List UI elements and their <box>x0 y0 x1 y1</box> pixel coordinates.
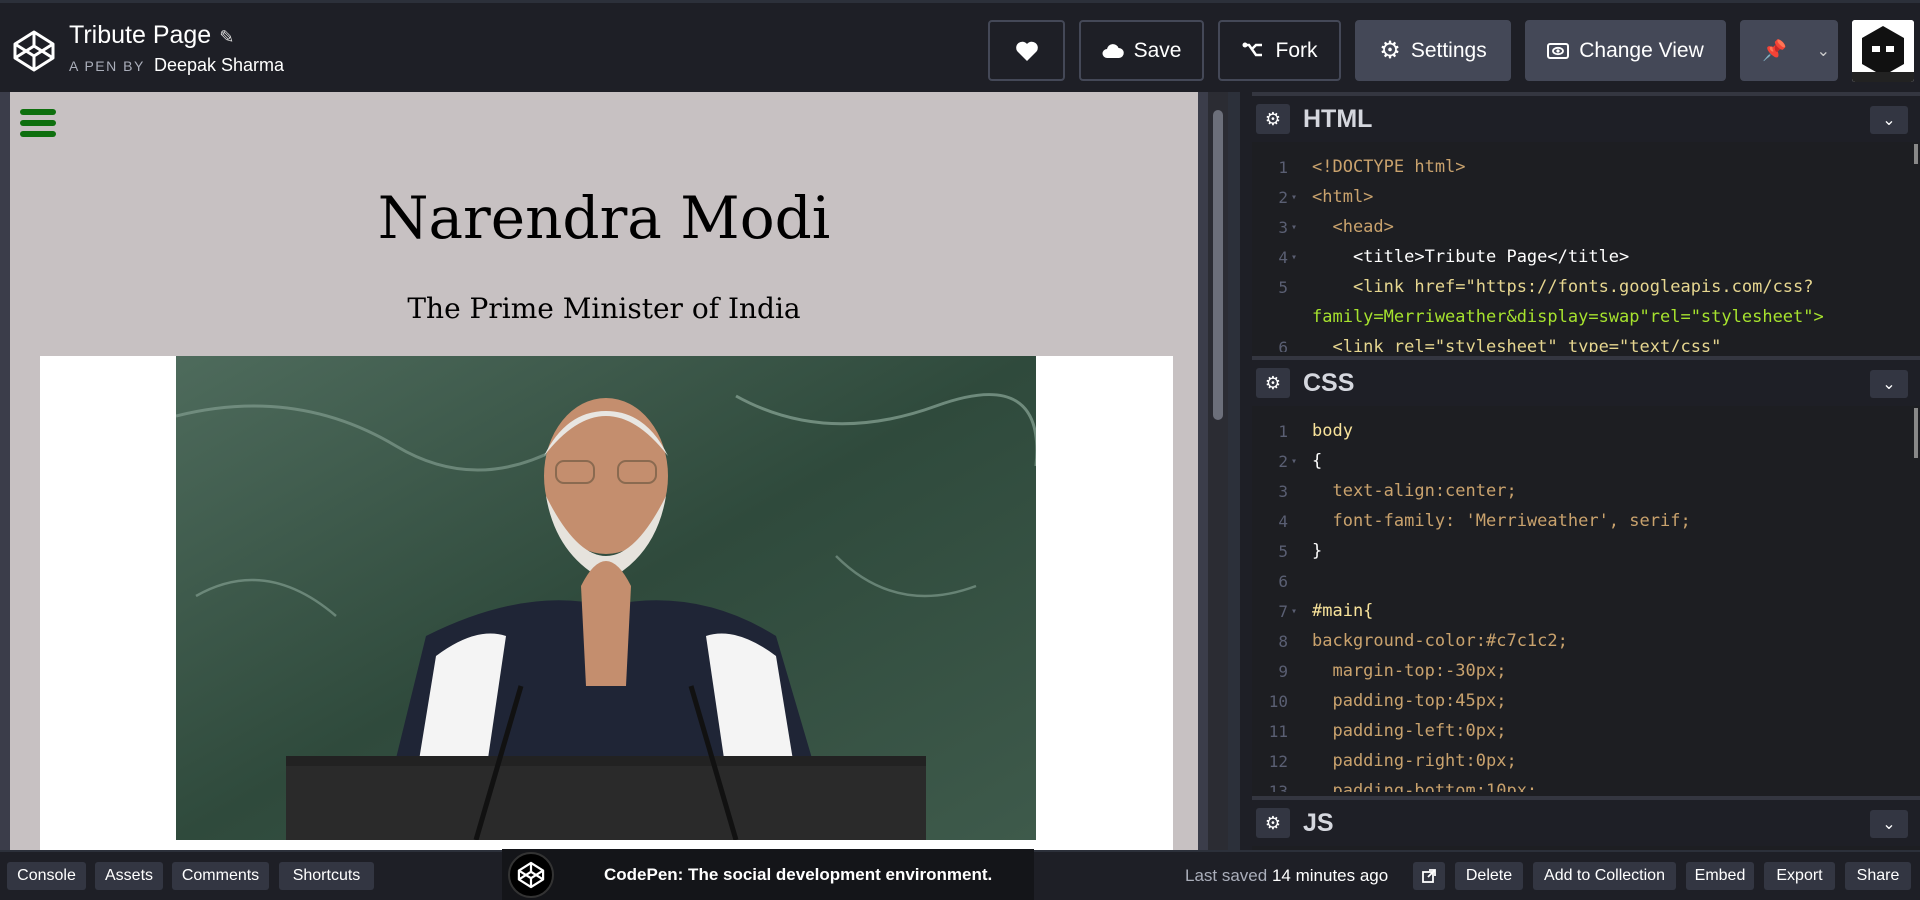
heart-icon <box>1015 41 1038 61</box>
last-saved-label: Last saved <box>1185 866 1268 885</box>
code-line: 4 ▾ <title>Tribute Page</title> <box>1278 247 1630 267</box>
editors-panel: ⚙ HTML ⌄ 1 <!DOCTYPE html> 2 ▾ <html> 3 ▾ <h… <box>1228 92 1920 850</box>
pen-title-text[interactable]: Tribute Page <box>69 21 211 49</box>
html-editor-header: ⚙ HTML ⌄ <box>1252 92 1920 142</box>
code-line: 2 ▾{ <box>1278 451 1323 471</box>
embed-button[interactable]: Embed <box>1686 862 1754 890</box>
code-line: 6 <link rel="stylesheet" type="text/css" <box>1278 337 1722 352</box>
fork-button[interactable]: Fork <box>1218 20 1341 81</box>
preview-frame: Narendra Modi The Prime Minister of Indi… <box>10 92 1198 850</box>
code-line: 3 ▾ <head> <box>1278 217 1394 237</box>
gear-icon: ⚙ <box>1379 37 1401 64</box>
codepen-toast-logo-icon <box>508 851 554 898</box>
preview-scrollbar[interactable] <box>1208 92 1228 850</box>
code-line: 11 padding-left:0px; <box>1268 721 1507 741</box>
delete-button[interactable]: Delete <box>1455 862 1523 890</box>
toast-text: CodePen: The social development environm… <box>604 864 993 884</box>
js-editor: ⚙ JS ⌄ <box>1252 796 1920 850</box>
comments-button[interactable]: Comments <box>172 862 269 890</box>
code-line: 1 <!DOCTYPE html> <box>1278 157 1466 177</box>
change-view-label: Change View <box>1579 38 1704 62</box>
html-collapse-chevron-icon[interactable]: ⌄ <box>1870 106 1908 134</box>
image-container <box>40 356 1173 850</box>
css-settings-gear-icon[interactable]: ⚙ <box>1256 368 1290 398</box>
css-code-area[interactable]: 1 body 2 ▾{ 3 text-align:center; 4 font-fa… <box>1252 406 1920 792</box>
codepen-logo-icon[interactable] <box>12 29 56 73</box>
chevron-down-icon[interactable]: ⌄ <box>1817 41 1830 61</box>
page-title: Narendra Modi <box>377 184 831 252</box>
pen-title[interactable]: Tribute Page ✎ <box>69 21 234 50</box>
code-line: 2 ▾ <html> <box>1278 187 1374 207</box>
avatar-image <box>1852 20 1914 82</box>
code-line: 9 margin-top:-30px; <box>1278 661 1507 681</box>
html-editor-title: HTML <box>1303 104 1373 133</box>
pin-button[interactable]: 📌 ⌄ <box>1740 20 1838 81</box>
shortcuts-button[interactable]: Shortcuts <box>279 862 374 890</box>
hamburger-menu-icon[interactable] <box>20 109 56 141</box>
pen-by-label: A PEN BY <box>69 58 145 74</box>
code-line: 7 ▾ #main{ <box>1278 601 1374 621</box>
css-editor: ⚙ CSS ⌄ 1 body 2 ▾{ 3 text-align:center; 4… <box>1252 356 1920 796</box>
html-settings-gear-icon[interactable]: ⚙ <box>1256 104 1290 134</box>
save-button[interactable]: Save <box>1079 20 1204 81</box>
console-button[interactable]: Console <box>7 862 86 890</box>
love-button[interactable] <box>988 20 1065 81</box>
export-button[interactable]: Export <box>1764 862 1835 890</box>
promo-toast[interactable]: CodePen: The social development environm… <box>502 849 1034 900</box>
code-line: 5 <link href="https://fonts.googleapis.c… <box>1278 277 1814 297</box>
share-button[interactable]: Share <box>1845 862 1911 890</box>
cloud-icon <box>1102 43 1124 58</box>
open-external-icon[interactable] <box>1413 862 1445 890</box>
fork-icon <box>1242 42 1262 56</box>
pin-icon: 📌 <box>1762 40 1787 62</box>
js-editor-header: ⚙ JS ⌄ <box>1252 796 1920 846</box>
portrait-photo <box>176 356 1036 840</box>
last-saved-value: 14 minutes ago <box>1271 866 1389 885</box>
js-editor-title: JS <box>1303 808 1334 837</box>
html-code-scrollbar[interactable] <box>1914 144 1918 164</box>
author-link[interactable]: Deepak Sharma <box>154 55 284 75</box>
top-bar: Tribute Page ✎ A PEN BY Deepak Sharma Sav… <box>0 0 1920 92</box>
code-line: 10 padding-top:45px; <box>1268 691 1507 711</box>
html-editor: ⚙ HTML ⌄ 1 <!DOCTYPE html> 2 ▾ <html> 3 ▾ <h… <box>1252 92 1920 356</box>
page-subtitle: The Prime Minister of India <box>407 292 801 325</box>
preview-pane: Narendra Modi The Prime Minister of Indi… <box>0 92 1228 850</box>
settings-button[interactable]: ⚙ Settings <box>1355 20 1511 81</box>
assets-button[interactable]: Assets <box>95 862 163 890</box>
code-line: 12 padding-right:0px; <box>1268 751 1517 771</box>
css-editor-title: CSS <box>1303 368 1355 397</box>
preview-scroll-thumb[interactable] <box>1213 110 1223 420</box>
fork-label: Fork <box>1275 38 1318 62</box>
code-line: 3 text-align:center; <box>1278 481 1517 501</box>
code-line: family=Merriweather&display=swap"rel="st… <box>1312 307 1824 327</box>
css-code-scrollbar[interactable] <box>1914 408 1918 458</box>
bottom-bar: Console Assets Comments Shortcuts CodePe… <box>0 849 1920 900</box>
last-saved-status: Last saved 14 minutes ago <box>1185 866 1388 886</box>
html-code-area[interactable]: 1 <!DOCTYPE html> 2 ▾ <html> 3 ▾ <head> 4 ▾ <… <box>1252 142 1920 352</box>
code-line: 5} <box>1278 541 1323 561</box>
code-line: 13 padding-bottom:10px; <box>1268 781 1538 792</box>
pen-author-line: A PEN BY Deepak Sharma <box>69 55 284 76</box>
css-collapse-chevron-icon[interactable]: ⌄ <box>1870 370 1908 398</box>
pencil-icon[interactable]: ✎ <box>219 27 234 47</box>
code-line: 6 <box>1278 571 1288 591</box>
save-label: Save <box>1133 38 1182 62</box>
change-view-button[interactable]: Change View <box>1525 20 1726 81</box>
code-line: 4 font-family: 'Merriweather', serif; <box>1278 511 1691 531</box>
code-line: 1 body <box>1278 421 1353 441</box>
add-to-collection-button[interactable]: Add to Collection <box>1533 862 1676 890</box>
code-line: 8 background-color:#c7c1c2; <box>1278 631 1568 651</box>
settings-label: Settings <box>1410 38 1487 62</box>
js-settings-gear-icon[interactable]: ⚙ <box>1256 808 1290 838</box>
css-editor-header: ⚙ CSS ⌄ <box>1252 356 1920 406</box>
user-avatar[interactable] <box>1852 20 1914 82</box>
view-icon <box>1547 42 1570 59</box>
js-collapse-chevron-icon[interactable]: ⌄ <box>1870 810 1908 838</box>
